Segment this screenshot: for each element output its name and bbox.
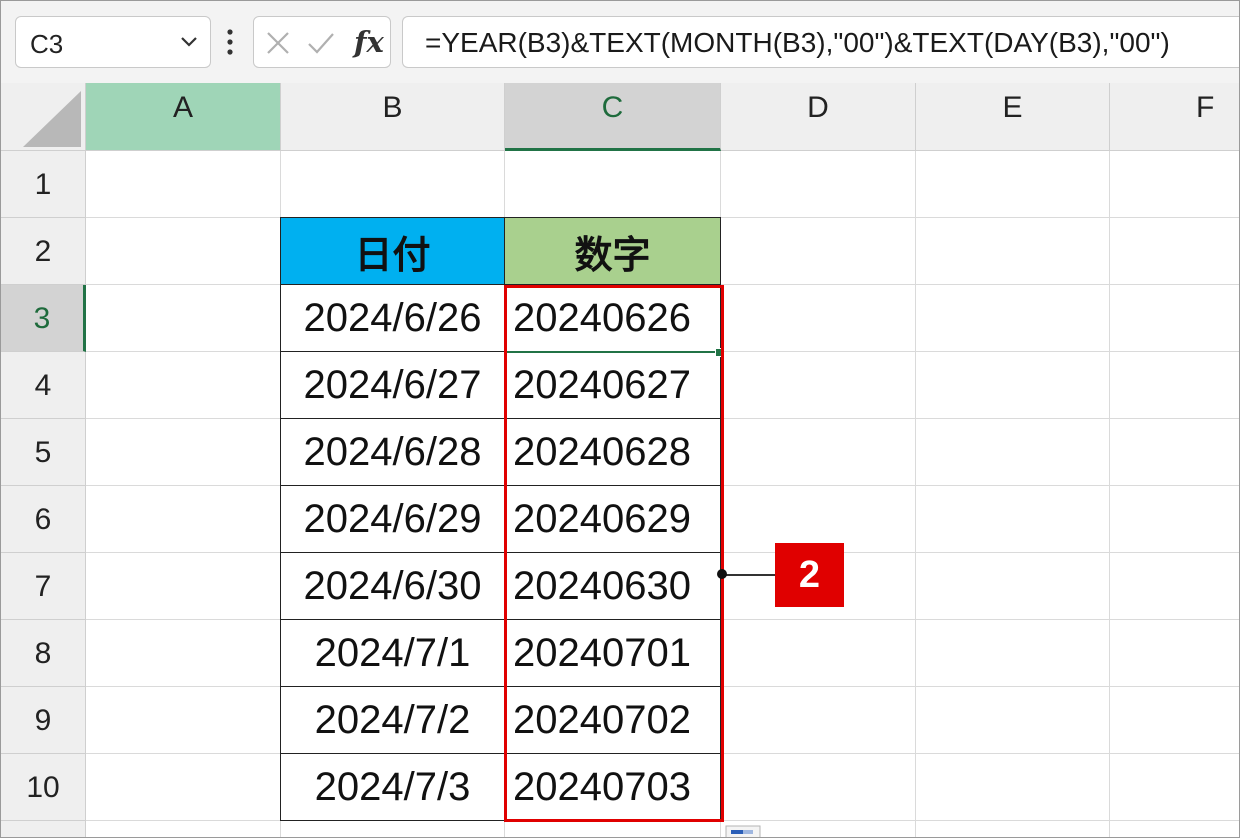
row-header-5[interactable]: 5: [1, 419, 86, 486]
row-header-4[interactable]: 4: [1, 352, 86, 419]
row-header-1[interactable]: 1: [1, 151, 86, 218]
table-header-number[interactable]: 数字: [504, 217, 721, 285]
date-cell[interactable]: 2024/7/3: [280, 753, 505, 821]
quick-analysis-icon[interactable]: [725, 825, 761, 838]
column-header-e[interactable]: E: [916, 83, 1110, 151]
row-header-6[interactable]: 6: [1, 486, 86, 553]
callout-dot: [717, 569, 727, 579]
column-header-f[interactable]: F: [1110, 83, 1239, 151]
callout-badge: 2: [775, 543, 844, 607]
column-header-b[interactable]: B: [281, 83, 505, 151]
formula-bar: C3 fx =YEAR(B3)&TEXT(MONTH(B3),"00")&TEX…: [1, 1, 1239, 84]
column-header-c[interactable]: C: [505, 83, 721, 151]
fx-icon[interactable]: fx: [354, 25, 384, 59]
row-header-3[interactable]: 3: [1, 285, 86, 352]
date-cell[interactable]: 2024/6/27: [280, 351, 505, 419]
name-box[interactable]: C3: [15, 16, 211, 68]
row-header-11[interactable]: [1, 821, 86, 837]
row-header-10[interactable]: 10: [1, 754, 86, 821]
date-cell[interactable]: 2024/6/29: [280, 485, 505, 553]
row-header-7[interactable]: 7: [1, 553, 86, 620]
cancel-icon[interactable]: [264, 29, 292, 57]
formula-input[interactable]: =YEAR(B3)&TEXT(MONTH(B3),"00")&TEXT(DAY(…: [402, 16, 1239, 68]
highlight-box: [504, 285, 724, 822]
spreadsheet-window: C3 fx =YEAR(B3)&TEXT(MONTH(B3),"00")&TEX…: [0, 0, 1240, 838]
date-cell[interactable]: 2024/6/30: [280, 552, 505, 620]
column-header-a[interactable]: A: [86, 83, 281, 151]
gridline: [1109, 151, 1110, 837]
callout-line: [723, 574, 777, 576]
date-cell[interactable]: 2024/7/2: [280, 686, 505, 754]
formula-buttons: fx: [253, 16, 391, 68]
table-header-date[interactable]: 日付: [280, 217, 505, 285]
gridline: [915, 151, 916, 837]
enter-check-icon[interactable]: [306, 29, 336, 57]
more-dots-icon[interactable]: [224, 26, 236, 58]
formula-text: =YEAR(B3)&TEXT(MONTH(B3),"00")&TEXT(DAY(…: [425, 27, 1170, 58]
worksheet-grid[interactable]: A B C D E F 1 2 3 4 5 6 7 8 9 10 日付 数字 2…: [1, 83, 1239, 837]
date-cell[interactable]: 2024/7/1: [280, 619, 505, 687]
row-header-8[interactable]: 8: [1, 620, 86, 687]
select-all-triangle-icon: [23, 91, 81, 147]
chevron-down-icon[interactable]: [178, 30, 200, 52]
row-header-2[interactable]: 2: [1, 218, 86, 285]
column-header-d[interactable]: D: [721, 83, 916, 151]
select-all-button[interactable]: [1, 83, 86, 151]
date-cell[interactable]: 2024/6/28: [280, 418, 505, 486]
name-box-value: C3: [30, 29, 64, 59]
date-cell[interactable]: 2024/6/26: [280, 284, 505, 352]
row-header-9[interactable]: 9: [1, 687, 86, 754]
